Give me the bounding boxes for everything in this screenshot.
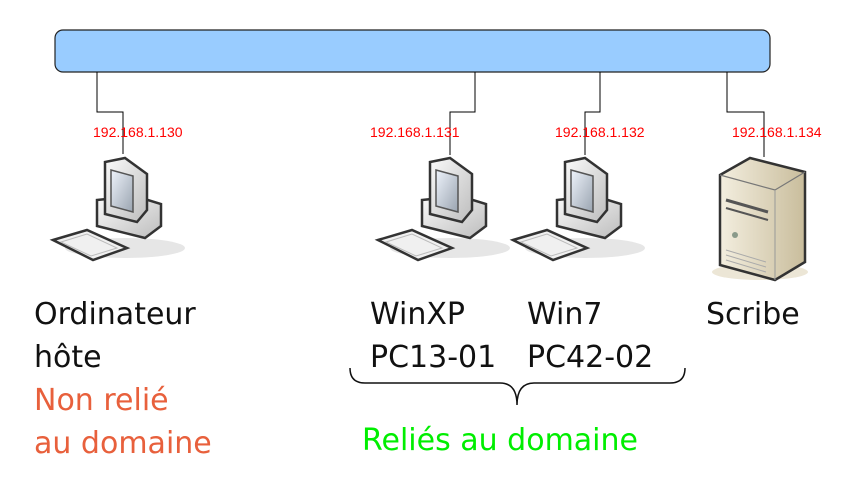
ip-address-host: 192.168.1.130 <box>93 124 183 140</box>
winxp-name: WinXP <box>370 297 465 332</box>
network-diagram: 192.168.1.130 192.168.1.131 192.168.1.13… <box>0 0 854 488</box>
win7-hostname: PC42-02 <box>527 340 654 375</box>
ip-address-winxp: 192.168.1.131 <box>370 124 460 140</box>
server-tower-icon <box>712 156 808 282</box>
link-scribe <box>726 72 765 157</box>
desktop-computer-icon <box>376 156 512 262</box>
ip-address-scribe: 192.168.1.134 <box>732 124 822 140</box>
link-host <box>96 72 124 154</box>
network-bus <box>54 29 771 73</box>
scribe-name: Scribe <box>706 297 800 332</box>
host-domain-status-line2: au domaine <box>34 426 212 461</box>
domain-group-label: Reliés au domaine <box>362 423 638 458</box>
ip-address-win7: 192.168.1.132 <box>555 124 645 140</box>
link-winxp <box>449 72 476 155</box>
host-domain-status: Non relié <box>34 383 169 418</box>
desktop-computer-icon <box>51 156 187 262</box>
host-name: Ordinateur <box>34 297 196 332</box>
win7-name: Win7 <box>527 297 603 332</box>
link-win7 <box>584 72 601 155</box>
desktop-computer-icon <box>511 156 647 262</box>
winxp-hostname: PC13-01 <box>370 340 497 375</box>
host-name-line2: hôte <box>34 340 102 375</box>
